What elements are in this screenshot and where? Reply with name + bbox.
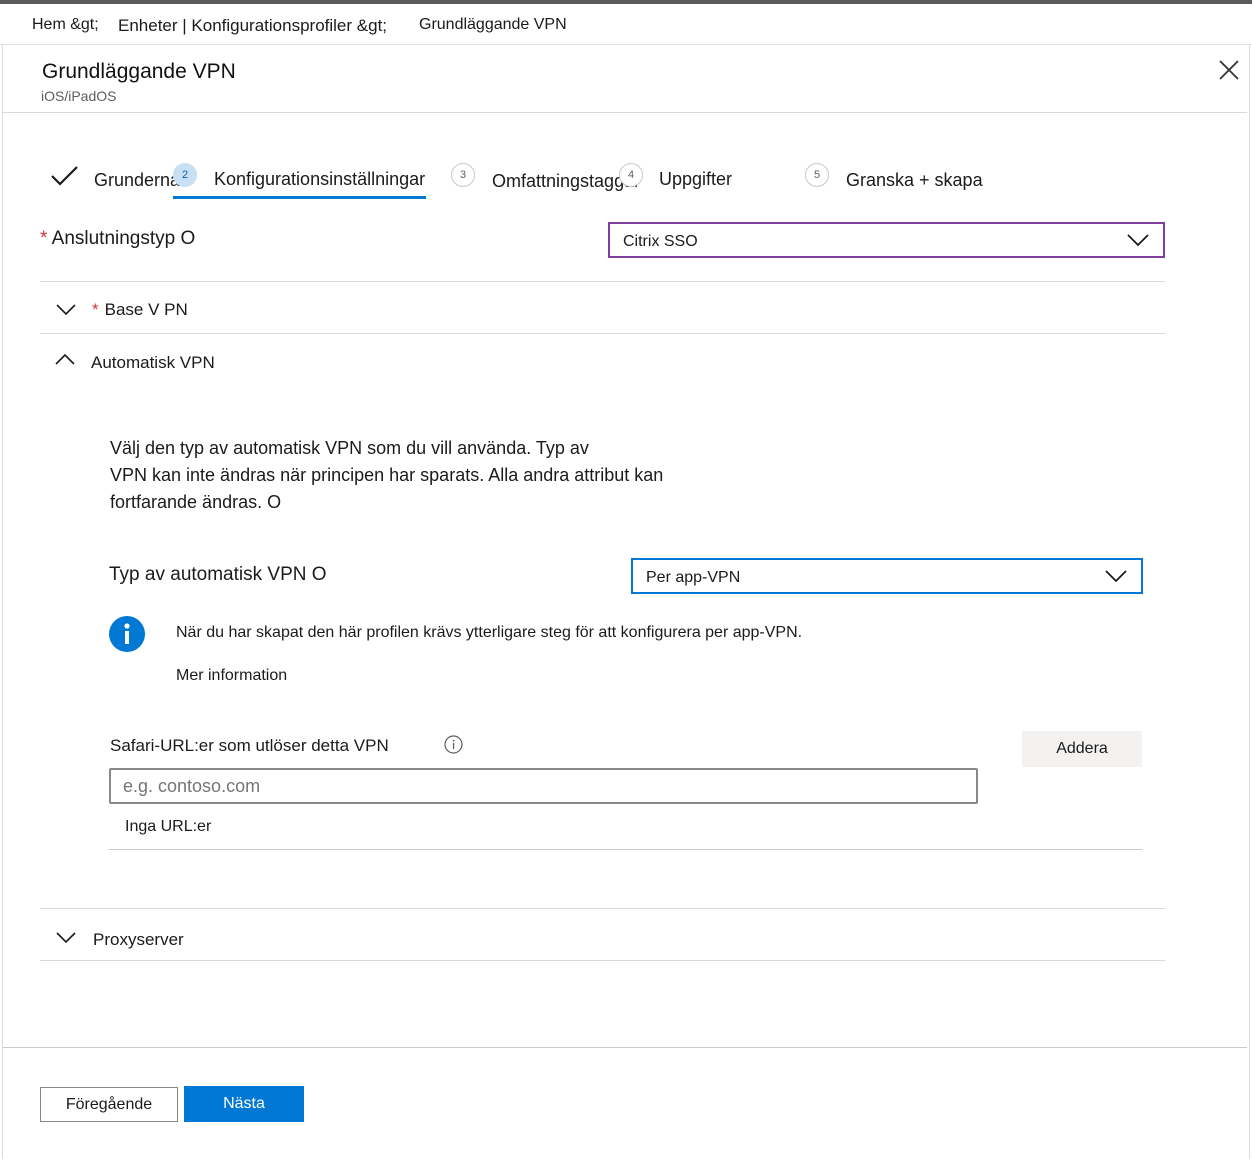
step-basics[interactable]: Grunderna	[94, 170, 180, 191]
automatic-vpn-type-label: Typ av automatisk VPN O	[109, 564, 327, 585]
breadcrumb-devices[interactable]: Enheter | Konfigurationsprofiler &gt;	[118, 16, 387, 36]
no-urls-message: Inga URL:er	[125, 818, 212, 835]
step-2-number: 2	[173, 163, 197, 187]
info-circle-icon[interactable]	[444, 735, 463, 754]
header-divider	[3, 112, 1247, 113]
step-assignments[interactable]: Uppgifter	[659, 169, 732, 190]
previous-button[interactable]: Föregående	[40, 1087, 178, 1122]
divider	[40, 281, 1165, 282]
more-information-link[interactable]: Mer information	[176, 667, 287, 685]
connection-type-value: Citrix SSO	[623, 233, 698, 250]
checkmark-icon	[50, 164, 80, 188]
info-icon	[109, 616, 145, 652]
info-message: När du har skapat den här profilen krävs…	[176, 624, 803, 641]
step-5-number: 5	[805, 163, 829, 187]
breadcrumb-home[interactable]: Hem &gt;	[32, 16, 99, 34]
automatic-vpn-type-dropdown[interactable]: Per app-VPN	[631, 558, 1143, 594]
page-title: Grundläggande VPN	[42, 60, 236, 83]
breadcrumb: Hem &gt; Enheter | Konfigurationsprofile…	[0, 4, 1252, 45]
connection-type-dropdown[interactable]: Citrix SSO	[608, 222, 1165, 258]
connection-type-label: * Anslutningstyp O	[40, 228, 196, 249]
active-step-underline	[173, 196, 426, 199]
automatic-vpn-description: Välj den typ av automatisk VPN som du vi…	[110, 438, 664, 512]
add-url-button[interactable]: Addera	[1022, 731, 1142, 767]
chevron-down-icon	[1127, 233, 1149, 247]
chevron-down-icon[interactable]	[56, 303, 76, 317]
breadcrumb-current: Grundläggande VPN	[419, 16, 567, 33]
step-4-number: 4	[619, 163, 643, 187]
close-icon[interactable]	[1217, 58, 1241, 82]
step-scope-tags[interactable]: Omfattningstaggar	[492, 171, 640, 192]
chevron-down-icon	[1105, 569, 1127, 583]
platform-subtitle: iOS/iPadOS	[41, 88, 117, 104]
step-3-number: 3	[451, 163, 475, 187]
proxy-server-section-header[interactable]: Proxyserver	[93, 930, 184, 950]
step-review-create[interactable]: Granska + skapa	[846, 170, 983, 191]
divider	[40, 908, 1165, 909]
automatic-vpn-section-header[interactable]: Automatisk VPN	[91, 353, 215, 373]
chevron-up-icon[interactable]	[55, 352, 75, 366]
divider	[40, 960, 1165, 961]
base-vpn-section-header[interactable]: * Base V PN	[92, 300, 188, 320]
required-asterisk: *	[40, 228, 48, 249]
chevron-down-icon[interactable]	[56, 931, 76, 945]
safari-urls-label: Safari-URL:er som utlöser detta VPN	[110, 736, 389, 755]
automatic-vpn-type-value: Per app-VPN	[646, 569, 741, 586]
required-asterisk: *	[92, 300, 99, 319]
step-configuration-settings[interactable]: Konfigurationsinställningar	[214, 169, 425, 190]
next-button[interactable]: Nästa	[184, 1086, 304, 1122]
url-list-divider	[109, 849, 1142, 850]
safari-url-input[interactable]	[109, 768, 978, 804]
profile-panel	[2, 44, 1250, 1159]
footer-divider	[3, 1047, 1247, 1048]
divider	[40, 333, 1165, 334]
